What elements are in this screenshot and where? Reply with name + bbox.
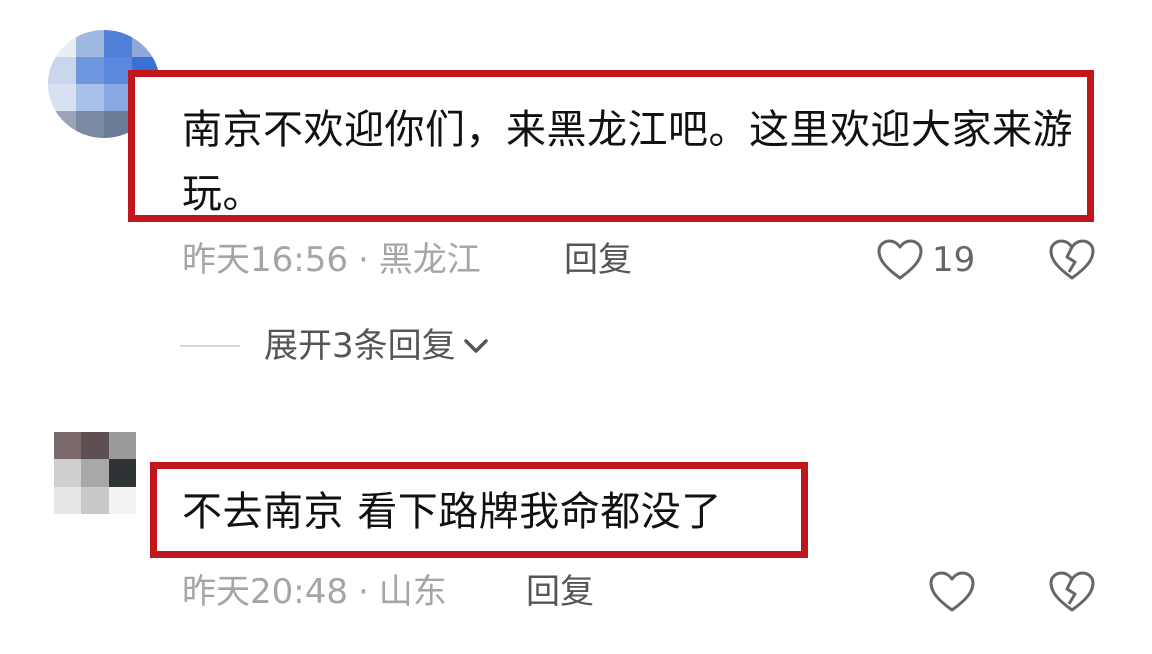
chevron-down-icon	[462, 336, 490, 356]
divider	[180, 345, 240, 347]
comment-content: 不去南京 看下路牌我命都没了	[182, 489, 722, 535]
reply-button[interactable]: 回复	[526, 570, 594, 614]
heart-outline-icon	[928, 570, 976, 614]
comment-content: 南京不欢迎你们，来黑龙江吧。这里欢迎大家来游玩。	[182, 107, 1073, 217]
heart-outline-icon	[876, 238, 924, 282]
comment-time: 昨天20:48	[182, 572, 348, 612]
comment-location: 黑龙江	[378, 240, 481, 280]
comment-meta: 昨天16:56 · 黑龙江	[182, 238, 481, 282]
comment-location: 山东	[378, 572, 447, 612]
expand-replies-button[interactable]: 展开3条回复	[180, 324, 490, 368]
comment-time: 昨天16:56	[182, 240, 348, 280]
avatar[interactable]	[54, 432, 136, 514]
meta-separator: ·	[357, 572, 369, 612]
comment-meta: 昨天20:48 · 山东	[182, 570, 447, 614]
like-button[interactable]	[928, 570, 976, 614]
broken-heart-icon[interactable]	[1048, 238, 1096, 282]
broken-heart-icon[interactable]	[1048, 570, 1096, 614]
meta-separator: ·	[357, 240, 369, 280]
expand-replies-label: 展开3条回复	[264, 326, 456, 366]
like-count: 19	[932, 240, 976, 280]
reply-button[interactable]: 回复	[564, 238, 632, 282]
like-button[interactable]: 19	[876, 238, 975, 282]
